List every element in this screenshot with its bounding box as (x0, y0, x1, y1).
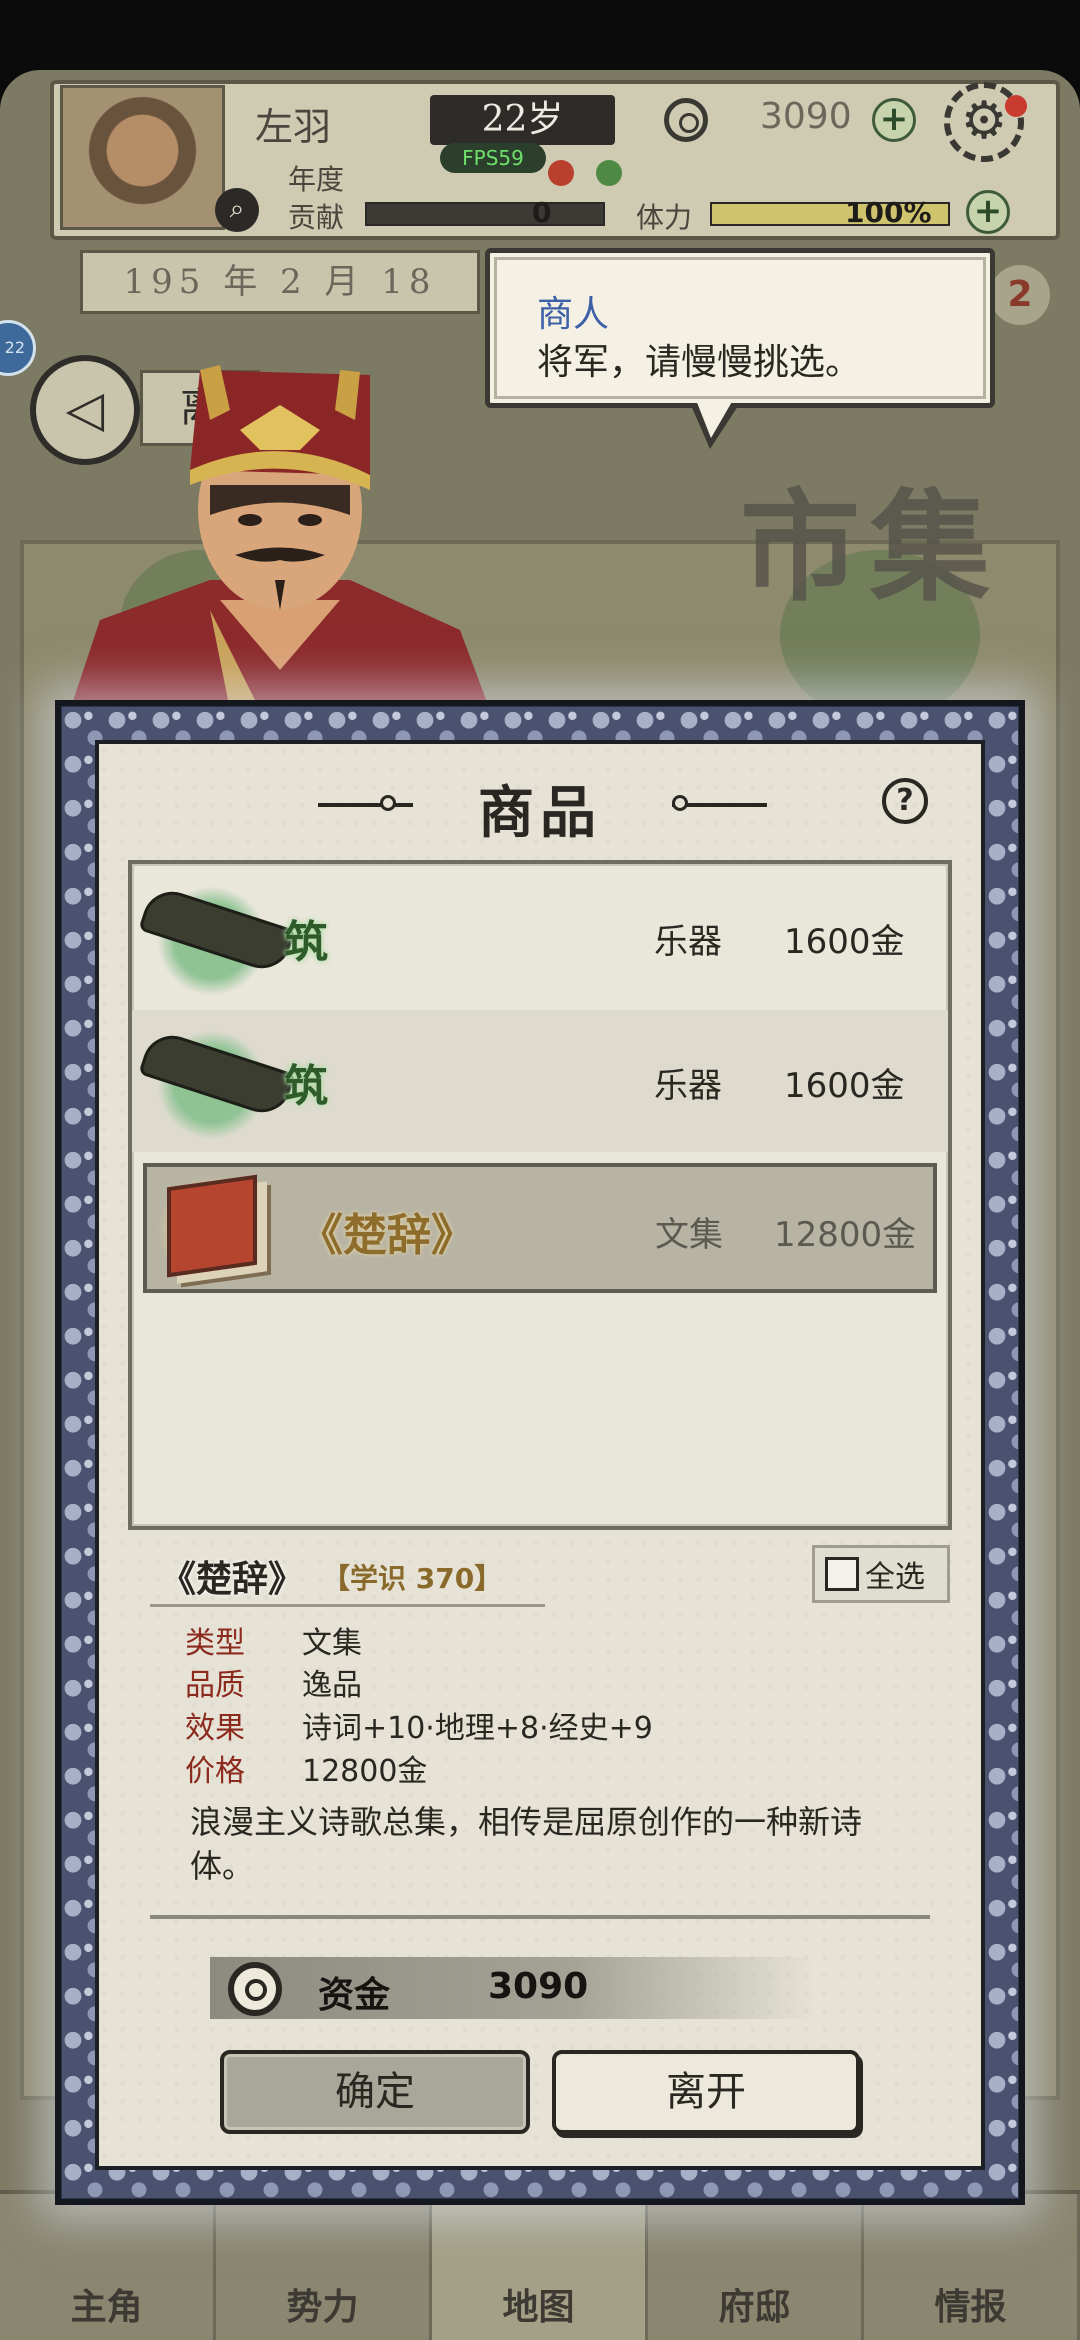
goods-price: 12800金 (774, 1215, 917, 1255)
bottom-nav: 主角 势力 地图 府邸 情报 (0, 2190, 1080, 2340)
goods-category: 文集 (655, 1215, 723, 1255)
nav-item-map[interactable]: 地图 (432, 2194, 648, 2340)
speech-text: 将军，请慢慢挑选。 (537, 342, 862, 383)
select-all-toggle[interactable]: 全选 (812, 1545, 950, 1603)
title-ornament-knot (380, 795, 396, 811)
date-display: 195 年 2 月 18 (80, 250, 480, 314)
add-money-button[interactable]: + (872, 98, 916, 142)
merchant-portrait (70, 365, 490, 710)
contribution-bar (365, 202, 605, 226)
speech-bubble-tail-fill (696, 400, 733, 438)
fruit-icon (548, 160, 574, 186)
coin-icon (664, 98, 708, 142)
leave-button[interactable]: 离开 (552, 2050, 860, 2134)
year-label: 年度 (288, 163, 345, 196)
select-all-checkbox[interactable] (825, 1557, 859, 1591)
goods-row[interactable]: 筑 乐器 1600金 (132, 1010, 948, 1152)
detail-title: 《楚辞》 (160, 1558, 305, 1600)
funds-value: 3090 (488, 1966, 589, 2007)
age-badge: 22岁 (430, 95, 615, 145)
attr-effect-value: 诗词+10·地理+8·经史+9 (302, 1711, 653, 1746)
nav-item-hero[interactable]: 主角 (0, 2194, 216, 2340)
speaker-name: 商人 (537, 294, 610, 335)
title-ornament-knot (672, 795, 688, 811)
goods-name: 《楚辞》 (299, 1210, 475, 1261)
nav-item-mansion[interactable]: 府邸 (648, 2194, 864, 2340)
money-value: 3090 (760, 96, 852, 137)
goods-price: 1600金 (784, 922, 905, 962)
hero-name: 左羽 (255, 105, 332, 149)
gear-icon[interactable]: ⚙ (944, 82, 1024, 162)
magnifier-icon[interactable]: ⌕ (215, 188, 259, 232)
attr-price-label: 价格 (185, 1754, 245, 1789)
contribution-label: 贡献 (288, 201, 345, 234)
goods-category: 乐器 (654, 922, 722, 962)
stamina-value: 100% (845, 196, 932, 229)
description-divider (150, 1915, 930, 1919)
hero-avatar[interactable] (60, 85, 225, 230)
fps-counter: FPS59 (440, 143, 546, 173)
attr-quality-label: 品质 (185, 1668, 245, 1703)
nav-item-faction[interactable]: 势力 (216, 2194, 432, 2340)
help-button[interactable]: ? (882, 778, 928, 824)
leaf-icon (596, 160, 622, 186)
goods-row-selected[interactable]: 《楚辞》 文集 12800金 (143, 1163, 937, 1293)
item-description: 浪漫主义诗歌总集，相传是屈原创作的一种新诗体。 (190, 1803, 863, 1885)
book-icon (167, 1174, 257, 1278)
goods-category: 乐器 (654, 1066, 722, 1106)
select-all-label: 全选 (865, 1560, 925, 1595)
market-sign: 市集 (740, 477, 1000, 618)
title-ornament-left (318, 803, 413, 807)
add-stamina-button[interactable]: + (966, 190, 1010, 234)
attr-effect-label: 效果 (185, 1711, 245, 1746)
counter-badge: 2 (990, 265, 1050, 325)
confirm-button[interactable]: 确定 (220, 2050, 530, 2134)
coin-icon (228, 1962, 282, 2016)
notification-dot (1005, 95, 1027, 117)
attr-type-value: 文集 (302, 1626, 362, 1661)
goods-name: 筑 (284, 917, 328, 968)
attr-quality-value: 逸品 (302, 1668, 362, 1703)
stamina-label: 体力 (636, 201, 693, 234)
attr-price-value: 12800金 (302, 1754, 428, 1789)
knowledge-tag: 【学识 370】 (322, 1562, 503, 1595)
nav-item-intel[interactable]: 情报 (864, 2194, 1080, 2340)
goods-name: 筑 (284, 1061, 328, 1112)
funds-label: 资金 (318, 1975, 391, 2016)
attr-type-label: 类型 (185, 1626, 245, 1661)
detail-divider (150, 1604, 545, 1607)
contribution-value: 0 (532, 196, 552, 229)
goods-row[interactable]: 筑 乐器 1600金 (132, 866, 948, 1008)
goods-price: 1600金 (784, 1066, 905, 1106)
dialog-title: 商品 (478, 780, 602, 846)
